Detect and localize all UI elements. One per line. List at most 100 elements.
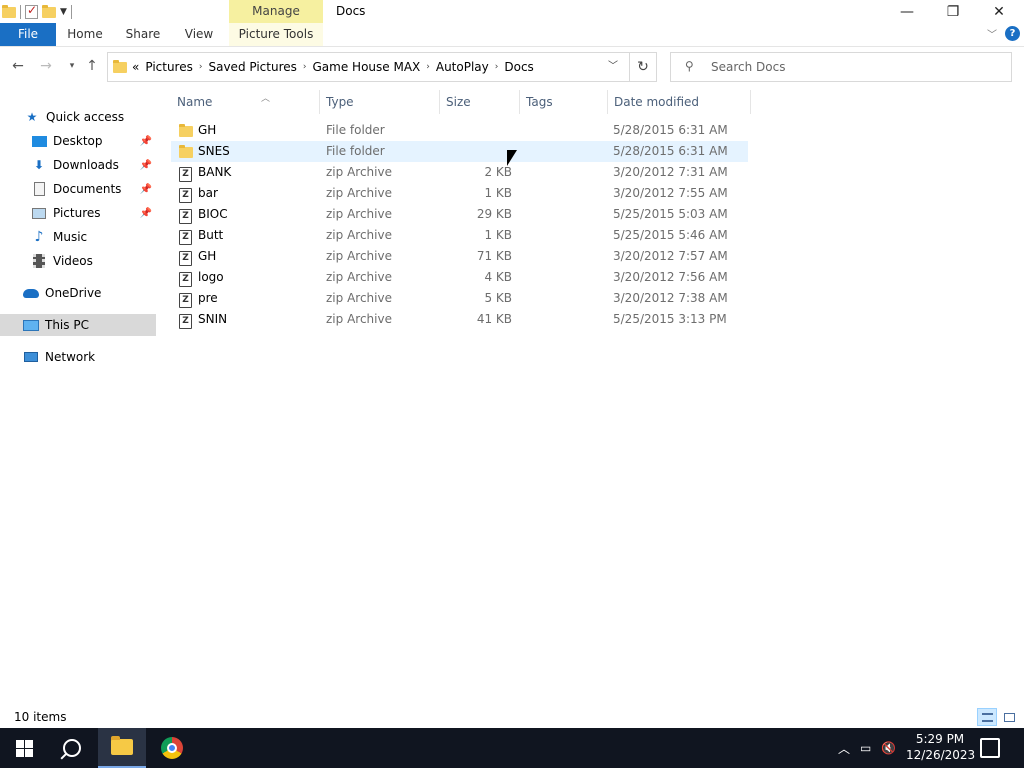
nav-item-this-pc[interactable]: This PC bbox=[0, 314, 156, 336]
volume-muted-icon[interactable]: 🔇 bbox=[881, 741, 896, 755]
breadcrumb-item[interactable]: AutoPlay bbox=[436, 60, 489, 74]
customize-toolbar-icon[interactable]: ▼ bbox=[60, 7, 67, 17]
column-header-type[interactable]: Type bbox=[326, 92, 354, 112]
file-date-modified: 3/20/2012 7:31 AM bbox=[613, 165, 728, 179]
column-divider[interactable] bbox=[607, 90, 608, 114]
download-icon: ⬇ bbox=[33, 158, 45, 172]
manage-tab[interactable]: Manage bbox=[229, 0, 323, 23]
table-row[interactable]: Z BANK zip Archive 2 KB 3/20/2012 7:31 AM bbox=[171, 162, 748, 183]
new-folder-icon[interactable] bbox=[42, 4, 56, 18]
table-row[interactable]: Zlogo zip Archive 4 KB 3/20/2012 7:56 AM bbox=[171, 267, 748, 288]
nav-item-music[interactable]: ♪ Music bbox=[0, 226, 156, 248]
zip-archive-icon: Z bbox=[179, 186, 192, 203]
table-row[interactable]: Z SNIN zip Archive 41 KB 5/25/2015 3:13 PM bbox=[171, 309, 748, 330]
pin-icon[interactable]: 📌 bbox=[140, 208, 152, 219]
up-arrow-icon[interactable]: ↑ bbox=[82, 56, 102, 76]
address-bar[interactable]: « Pictures › Saved Pictures › Game House… bbox=[107, 52, 630, 82]
large-icons-view-button[interactable] bbox=[999, 708, 1019, 726]
nav-item-desktop[interactable]: Desktop 📌 bbox=[0, 130, 156, 152]
tab-home[interactable]: Home bbox=[60, 23, 110, 46]
notifications-icon[interactable] bbox=[980, 738, 1000, 758]
column-header-size[interactable]: Size bbox=[446, 92, 471, 112]
breadcrumb-item[interactable]: Game House MAX bbox=[313, 60, 421, 74]
chevron-right-icon[interactable]: › bbox=[495, 62, 499, 72]
column-divider[interactable] bbox=[750, 90, 751, 114]
column-header-date-modified[interactable]: Date modified bbox=[614, 92, 699, 112]
minimize-button[interactable]: — bbox=[884, 0, 930, 23]
nav-item-pictures[interactable]: Pictures 📌 bbox=[0, 202, 156, 224]
taskbar-file-explorer[interactable] bbox=[98, 728, 146, 768]
network-status-icon[interactable]: ▭ bbox=[860, 741, 871, 755]
file-name: SNIN bbox=[198, 312, 228, 326]
nav-item-onedrive[interactable]: OneDrive bbox=[0, 282, 156, 304]
breadcrumb-item[interactable]: Saved Pictures bbox=[208, 60, 296, 74]
table-row[interactable]: Zpre zip Archive 5 KB 3/20/2012 7:38 AM bbox=[171, 288, 748, 309]
column-label: Name bbox=[177, 95, 213, 109]
file-type: zip Archive bbox=[326, 270, 392, 284]
chrome-icon bbox=[161, 737, 183, 759]
column-divider[interactable] bbox=[439, 90, 440, 114]
nav-item-videos[interactable]: Videos bbox=[0, 250, 156, 272]
breadcrumb-item[interactable]: Pictures bbox=[145, 60, 193, 74]
pin-icon[interactable]: 📌 bbox=[140, 160, 152, 171]
pin-icon[interactable]: 📌 bbox=[140, 184, 152, 195]
taskbar-chrome[interactable] bbox=[148, 728, 196, 768]
nav-label: OneDrive bbox=[45, 286, 102, 300]
pin-icon[interactable]: 📌 bbox=[140, 136, 152, 147]
column-header-name[interactable]: Name ︿ bbox=[177, 92, 317, 112]
table-row[interactable]: Z Butt zip Archive 1 KB 5/25/2015 5:46 AM bbox=[171, 225, 748, 246]
breadcrumb-overflow[interactable]: « bbox=[132, 60, 139, 74]
tab-share[interactable]: Share bbox=[118, 23, 168, 46]
refresh-icon[interactable]: ↻ bbox=[630, 52, 657, 82]
tab-view[interactable]: View bbox=[176, 23, 222, 46]
nav-item-downloads[interactable]: ⬇ Downloads 📌 bbox=[0, 154, 156, 176]
details-view-button[interactable] bbox=[977, 708, 997, 726]
file-size: 41 KB bbox=[476, 312, 512, 326]
table-row[interactable]: SNES File folder 5/28/2015 6:31 AM bbox=[171, 141, 748, 162]
file-list: Name ︿ Type Size Tags Date modified GH Fi… bbox=[157, 86, 1024, 698]
divider bbox=[20, 5, 21, 19]
properties-icon[interactable] bbox=[25, 3, 38, 19]
back-arrow-icon[interactable]: ← bbox=[8, 56, 28, 76]
column-divider[interactable] bbox=[319, 90, 320, 114]
taskbar-search-button[interactable] bbox=[48, 728, 96, 768]
recent-locations-icon[interactable]: ▾ bbox=[62, 56, 82, 76]
column-divider[interactable] bbox=[519, 90, 520, 114]
forward-arrow-icon[interactable]: → bbox=[36, 56, 56, 76]
nav-item-quick-access[interactable]: ★ Quick access bbox=[0, 106, 156, 128]
tab-picture-tools[interactable]: Picture Tools bbox=[229, 23, 323, 46]
table-row[interactable]: GH File folder 5/28/2015 6:31 AM bbox=[171, 120, 748, 141]
search-icon: ⚲ bbox=[685, 59, 694, 73]
folder-icon bbox=[113, 60, 127, 73]
help-icon[interactable]: ? bbox=[1005, 26, 1020, 41]
ribbon-controls: ﹀ ? bbox=[987, 26, 1020, 41]
file-size: 1 KB bbox=[484, 186, 512, 200]
close-button[interactable]: ✕ bbox=[976, 0, 1022, 23]
nav-label: Quick access bbox=[46, 110, 125, 124]
tab-file[interactable]: File bbox=[0, 23, 56, 46]
chevron-right-icon[interactable]: › bbox=[426, 62, 430, 72]
show-hidden-icons-icon[interactable]: ︿ bbox=[838, 740, 850, 757]
table-row[interactable]: Z GH zip Archive 71 KB 3/20/2012 7:57 AM bbox=[171, 246, 748, 267]
file-date-modified: 3/20/2012 7:38 AM bbox=[613, 291, 728, 305]
file-explorer-icon bbox=[111, 736, 133, 755]
start-button[interactable] bbox=[0, 728, 48, 768]
table-row[interactable]: Zbar zip Archive 1 KB 3/20/2012 7:55 AM bbox=[171, 183, 748, 204]
column-header-tags[interactable]: Tags bbox=[526, 92, 553, 112]
nav-label: Music bbox=[53, 230, 88, 244]
table-row[interactable]: Z BIOC zip Archive 29 KB 5/25/2015 5:03 AM bbox=[171, 204, 748, 225]
taskbar-clock[interactable]: 5:29 PM 12/26/2023 bbox=[906, 731, 975, 763]
file-date-modified: 5/25/2015 5:46 AM bbox=[613, 228, 728, 242]
expand-ribbon-icon[interactable]: ﹀ bbox=[987, 26, 997, 41]
breadcrumb-item[interactable]: Docs bbox=[504, 60, 533, 74]
folder-icon[interactable] bbox=[2, 4, 16, 18]
chevron-right-icon[interactable]: › bbox=[303, 62, 307, 72]
address-dropdown-icon[interactable]: ﹀ bbox=[600, 56, 626, 78]
details-view-icon bbox=[982, 713, 993, 722]
restore-button[interactable]: ❐ bbox=[930, 0, 976, 23]
chevron-right-icon[interactable]: › bbox=[199, 62, 203, 72]
nav-item-network[interactable]: Network bbox=[0, 346, 156, 368]
file-date-modified: 3/20/2012 7:56 AM bbox=[613, 270, 728, 284]
search-box[interactable]: ⚲ Search Docs bbox=[670, 52, 1012, 82]
nav-item-documents[interactable]: Documents 📌 bbox=[0, 178, 156, 200]
